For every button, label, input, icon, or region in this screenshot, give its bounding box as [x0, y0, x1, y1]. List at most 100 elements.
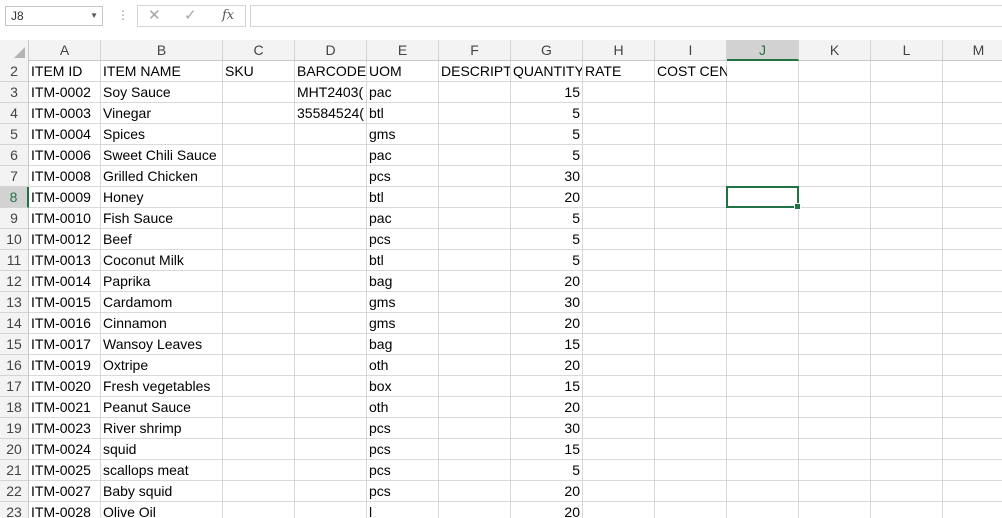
cell-m4[interactable] — [943, 103, 1002, 124]
cell-k23[interactable] — [799, 502, 871, 518]
cell-c18[interactable] — [223, 397, 295, 418]
cell-m10[interactable] — [943, 229, 1002, 250]
cell-a7[interactable]: ITM-0008 — [29, 166, 101, 187]
cell-l9[interactable] — [871, 208, 943, 229]
cell-k19[interactable] — [799, 418, 871, 439]
header-cell-d[interactable]: BARCODE — [295, 61, 367, 82]
cell-m13[interactable] — [943, 292, 1002, 313]
cell-d23[interactable] — [295, 502, 367, 518]
cell-l11[interactable] — [871, 250, 943, 271]
cell-l21[interactable] — [871, 460, 943, 481]
cell-d5[interactable] — [295, 124, 367, 145]
cell-g14[interactable]: 20 — [511, 313, 583, 334]
cell-c9[interactable] — [223, 208, 295, 229]
cell-h11[interactable] — [583, 250, 655, 271]
cell-j18[interactable] — [727, 397, 799, 418]
cell-a8[interactable]: ITM-0009 — [29, 187, 101, 208]
header-cell-h[interactable]: RATE — [583, 61, 655, 82]
cell-h12[interactable] — [583, 271, 655, 292]
cell-c21[interactable] — [223, 460, 295, 481]
cell-f7[interactable] — [439, 166, 511, 187]
row-header-5[interactable]: 5 — [0, 124, 29, 145]
cell-m6[interactable] — [943, 145, 1002, 166]
cell-g21[interactable]: 5 — [511, 460, 583, 481]
formula-input[interactable] — [250, 5, 1002, 27]
cell-f23[interactable] — [439, 502, 511, 518]
cell-d3[interactable]: MHT2403( — [295, 82, 367, 103]
cell-g15[interactable]: 15 — [511, 334, 583, 355]
cell-b19[interactable]: River shrimp — [101, 418, 223, 439]
cell-j15[interactable] — [727, 334, 799, 355]
cell-i13[interactable] — [655, 292, 727, 313]
header-cell-f[interactable]: DESCRIPTI — [439, 61, 511, 82]
enter-icon[interactable]: ✓ — [184, 7, 197, 25]
cell-m20[interactable] — [943, 439, 1002, 460]
cell-l10[interactable] — [871, 229, 943, 250]
cell-b12[interactable]: Paprika — [101, 271, 223, 292]
cell-d19[interactable] — [295, 418, 367, 439]
cell-g22[interactable]: 20 — [511, 481, 583, 502]
cell-a20[interactable]: ITM-0024 — [29, 439, 101, 460]
cell-m9[interactable] — [943, 208, 1002, 229]
cell-j17[interactable] — [727, 376, 799, 397]
cell-e15[interactable]: bag — [367, 334, 439, 355]
cell-f17[interactable] — [439, 376, 511, 397]
cell-d22[interactable] — [295, 481, 367, 502]
cell-j16[interactable] — [727, 355, 799, 376]
cell-j9[interactable] — [727, 208, 799, 229]
chevron-down-icon[interactable]: ▼ — [90, 7, 98, 25]
cell-k20[interactable] — [799, 439, 871, 460]
cell-j7[interactable] — [727, 166, 799, 187]
cell-m19[interactable] — [943, 418, 1002, 439]
cell-a12[interactable]: ITM-0014 — [29, 271, 101, 292]
cell-f20[interactable] — [439, 439, 511, 460]
cell-d4[interactable]: 35584524( — [295, 103, 367, 124]
header-cell-j[interactable] — [727, 61, 799, 82]
cell-b4[interactable]: Vinegar — [101, 103, 223, 124]
cell-e8[interactable]: btl — [367, 187, 439, 208]
header-cell-b[interactable]: ITEM NAME — [101, 61, 223, 82]
cell-e20[interactable]: pcs — [367, 439, 439, 460]
row-header-18[interactable]: 18 — [0, 397, 29, 418]
cell-k10[interactable] — [799, 229, 871, 250]
cell-k22[interactable] — [799, 481, 871, 502]
cell-g19[interactable]: 30 — [511, 418, 583, 439]
cell-j13[interactable] — [727, 292, 799, 313]
cell-b15[interactable]: Wansoy Leaves — [101, 334, 223, 355]
cell-e14[interactable]: gms — [367, 313, 439, 334]
row-header-17[interactable]: 17 — [0, 376, 29, 397]
row-header-13[interactable]: 13 — [0, 292, 29, 313]
cell-a9[interactable]: ITM-0010 — [29, 208, 101, 229]
cell-c12[interactable] — [223, 271, 295, 292]
cell-k14[interactable] — [799, 313, 871, 334]
cell-m23[interactable] — [943, 502, 1002, 518]
select-all-button[interactable] — [0, 40, 29, 61]
header-cell-m[interactable] — [943, 61, 1002, 82]
cell-c7[interactable] — [223, 166, 295, 187]
cell-g23[interactable]: 20 — [511, 502, 583, 518]
cell-f8[interactable] — [439, 187, 511, 208]
cell-l6[interactable] — [871, 145, 943, 166]
cell-l17[interactable] — [871, 376, 943, 397]
cell-f21[interactable] — [439, 460, 511, 481]
cell-f15[interactable] — [439, 334, 511, 355]
cell-c6[interactable] — [223, 145, 295, 166]
cell-a6[interactable]: ITM-0006 — [29, 145, 101, 166]
cell-e12[interactable]: bag — [367, 271, 439, 292]
cell-b14[interactable]: Cinnamon — [101, 313, 223, 334]
header-cell-e[interactable]: UOM — [367, 61, 439, 82]
cell-j10[interactable] — [727, 229, 799, 250]
cell-e13[interactable]: gms — [367, 292, 439, 313]
cell-l5[interactable] — [871, 124, 943, 145]
cell-a5[interactable]: ITM-0004 — [29, 124, 101, 145]
column-header-i[interactable]: I — [655, 40, 727, 61]
cell-a19[interactable]: ITM-0023 — [29, 418, 101, 439]
header-cell-a[interactable]: ITEM ID — [29, 61, 101, 82]
cell-l13[interactable] — [871, 292, 943, 313]
cell-k12[interactable] — [799, 271, 871, 292]
cell-g8[interactable]: 20 — [511, 187, 583, 208]
cell-f11[interactable] — [439, 250, 511, 271]
cell-d13[interactable] — [295, 292, 367, 313]
cell-h4[interactable] — [583, 103, 655, 124]
header-cell-g[interactable]: QUANTITY — [511, 61, 583, 82]
